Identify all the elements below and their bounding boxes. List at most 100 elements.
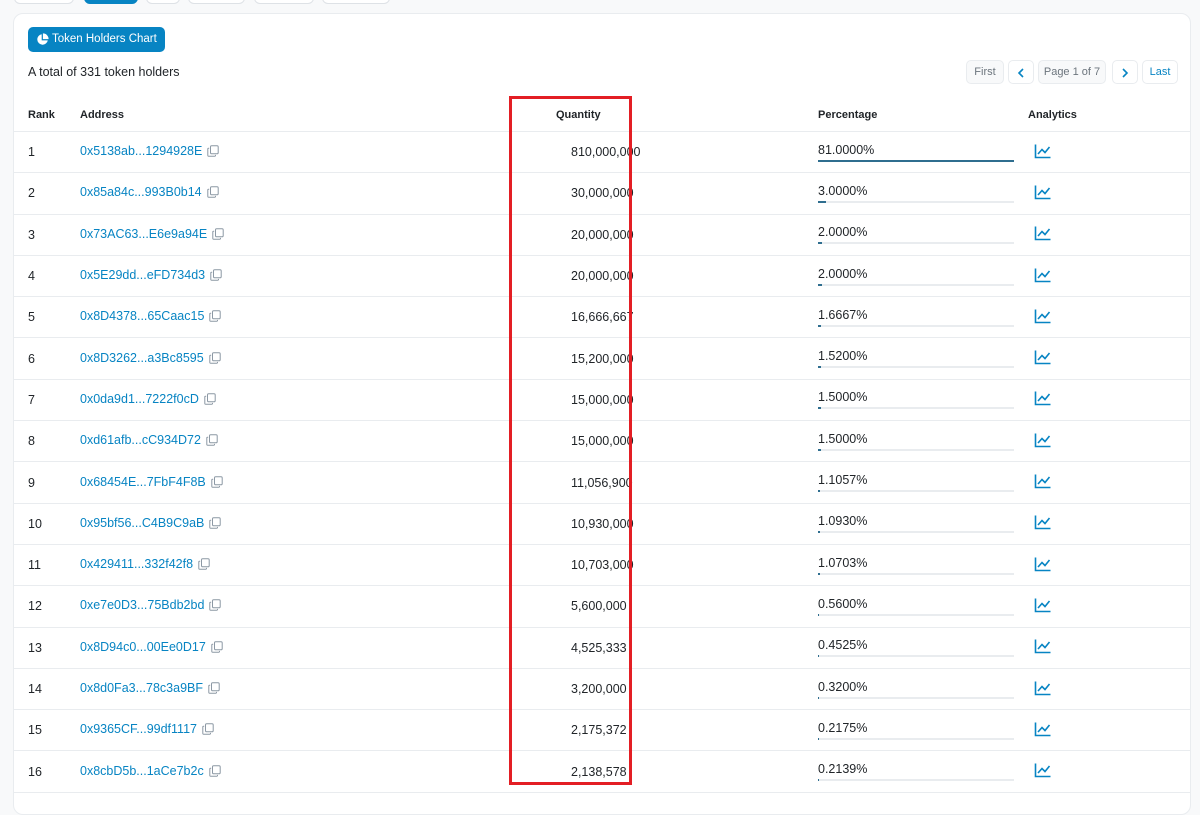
line-chart-icon[interactable] xyxy=(1034,681,1052,699)
table-row: 5 0x8D4378...65Caac15 16,666,667 1.6667% xyxy=(14,296,1190,339)
address-link[interactable]: 0x95bf56...C4B9C9aB xyxy=(80,516,204,530)
top-tab[interactable] xyxy=(322,0,390,4)
copy-icon[interactable] xyxy=(204,393,216,408)
line-chart-icon[interactable] xyxy=(1034,268,1052,286)
analytics-cell xyxy=(1028,750,1190,793)
address-cell: 0x8D94c0...00Ee0D17 xyxy=(80,627,556,669)
address-link[interactable]: 0x73AC63...E6e9a94E xyxy=(80,227,207,241)
percentage-bar-fill xyxy=(818,696,820,699)
percentage-bar-fill xyxy=(818,283,822,286)
percentage-text: 2.0000% xyxy=(818,266,868,281)
top-tab-active[interactable] xyxy=(84,0,138,4)
percentage-bar-fill xyxy=(818,490,821,493)
line-chart-icon[interactable] xyxy=(1034,557,1052,575)
copy-icon[interactable] xyxy=(211,641,223,656)
address-link[interactable]: 0x8D3262...a3Bc8595 xyxy=(80,351,204,365)
table-row: 14 0x8d0Fa3...78c3a9BF 3,200,000 0.3200% xyxy=(14,668,1190,711)
rank-cell: 5 xyxy=(14,296,80,339)
table-row: 15 0x9365CF...99df1117 2,175,372 0.2175% xyxy=(14,709,1190,752)
percentage-cell: 0.2139% xyxy=(818,750,1028,793)
analytics-cell xyxy=(1028,709,1190,752)
line-chart-icon[interactable] xyxy=(1034,598,1052,616)
copy-icon[interactable] xyxy=(212,228,224,243)
percentage-wrap: 1.0703% xyxy=(818,556,1014,575)
percentage-bar xyxy=(818,448,1014,451)
copy-icon[interactable] xyxy=(209,764,221,780)
line-chart-icon[interactable] xyxy=(1034,722,1052,740)
line-chart-icon[interactable] xyxy=(1034,144,1052,162)
line-chart-icon[interactable] xyxy=(1034,515,1052,533)
top-tab[interactable] xyxy=(14,0,74,4)
address-link[interactable]: 0x8D94c0...00Ee0D17 xyxy=(80,640,206,654)
percentage-cell: 1.5000% xyxy=(818,420,1028,463)
percentage-text: 1.5200% xyxy=(818,349,868,364)
line-chart-icon[interactable] xyxy=(1034,226,1052,244)
copy-icon[interactable] xyxy=(209,599,222,614)
address-link[interactable]: 0x68454E...7FbF4F8B xyxy=(80,475,206,489)
percentage-bar xyxy=(818,613,1014,616)
copy-icon[interactable] xyxy=(209,351,221,367)
line-chart-icon[interactable] xyxy=(1034,474,1052,492)
top-tab[interactable] xyxy=(146,0,180,4)
percentage-text: 0.2139% xyxy=(818,762,868,777)
line-chart-icon[interactable] xyxy=(1034,309,1052,327)
address-link[interactable]: 0x9365CF...99df1117 xyxy=(80,722,197,736)
copy-icon[interactable] xyxy=(206,434,218,449)
top-tab[interactable] xyxy=(254,0,314,4)
address-cell: 0x8D4378...65Caac15 xyxy=(80,296,556,339)
percentage-wrap: 0.5600% xyxy=(818,597,1014,616)
copy-icon[interactable] xyxy=(210,269,222,284)
first-page-button[interactable]: First xyxy=(966,60,1004,84)
rank-cell: 10 xyxy=(14,503,80,545)
top-tab[interactable] xyxy=(188,0,245,4)
quantity-cell: 810,000,000 xyxy=(556,131,818,174)
address-link[interactable]: 0x0da9d1...7222f0cD xyxy=(80,392,199,406)
table-row: 8 0xd61afb...cC934D72 15,000,000 1.5000% xyxy=(14,420,1190,463)
address-link[interactable]: 0x5E29dd...eFD734d3 xyxy=(80,268,205,282)
address-link[interactable]: 0x8D4378...65Caac15 xyxy=(80,309,204,323)
copy-icon[interactable] xyxy=(206,186,219,201)
next-page-button[interactable] xyxy=(1112,60,1138,84)
copy-icon[interactable] xyxy=(209,310,222,325)
line-chart-icon[interactable] xyxy=(1034,185,1052,203)
last-page-button[interactable]: Last xyxy=(1142,60,1178,84)
copy-icon[interactable] xyxy=(211,475,223,491)
copy-icon[interactable] xyxy=(198,558,210,573)
copy-icon[interactable] xyxy=(202,723,214,738)
chevron-right-icon xyxy=(1122,68,1129,78)
address-cell: 0x429411...332f42f8 xyxy=(80,544,556,587)
percentage-cell: 81.0000% xyxy=(818,131,1028,174)
line-chart-icon[interactable] xyxy=(1034,763,1052,781)
rank-cell: 2 xyxy=(14,172,80,215)
line-chart-icon[interactable] xyxy=(1034,639,1052,657)
copy-icon[interactable] xyxy=(208,682,220,697)
address-link[interactable]: 0xe7e0D3...75Bdb2bd xyxy=(80,598,204,612)
percentage-wrap: 1.1057% xyxy=(818,473,1014,493)
address-link[interactable]: 0x429411...332f42f8 xyxy=(80,557,193,571)
address-link[interactable]: 0x8d0Fa3...78c3a9BF xyxy=(80,681,203,695)
quantity-cell: 5,600,000 xyxy=(556,585,818,628)
address-cell: 0x8D3262...a3Bc8595 xyxy=(80,337,556,380)
address-link[interactable]: 0x8cbD5b...1aCe7b2c xyxy=(80,764,204,778)
copy-icon[interactable] xyxy=(209,517,222,532)
address-link[interactable]: 0x85a84c...993B0b14 xyxy=(80,185,202,199)
analytics-cell xyxy=(1028,585,1190,628)
analytics-cell xyxy=(1028,255,1190,298)
token-holders-chart-button[interactable]: Token Holders Chart xyxy=(28,27,165,52)
line-chart-icon[interactable] xyxy=(1034,433,1052,451)
rank-cell: 16 xyxy=(14,750,80,793)
address-link[interactable]: 0xd61afb...cC934D72 xyxy=(80,433,201,447)
percentage-text: 1.0703% xyxy=(818,555,868,570)
line-chart-icon[interactable] xyxy=(1034,350,1052,368)
line-chart-icon[interactable] xyxy=(1034,391,1052,409)
percentage-bar-fill xyxy=(818,572,821,575)
percentage-bar-fill xyxy=(818,242,822,245)
percentage-bar xyxy=(818,531,1014,534)
copy-icon[interactable] xyxy=(207,145,220,160)
analytics-cell xyxy=(1028,461,1190,504)
quantity-cell: 15,000,000 xyxy=(556,420,818,463)
prev-page-button[interactable] xyxy=(1008,60,1034,84)
percentage-cell: 2.0000% xyxy=(818,214,1028,256)
address-link[interactable]: 0x5138ab...1294928E xyxy=(80,144,202,158)
percentage-wrap: 1.6667% xyxy=(818,308,1014,327)
